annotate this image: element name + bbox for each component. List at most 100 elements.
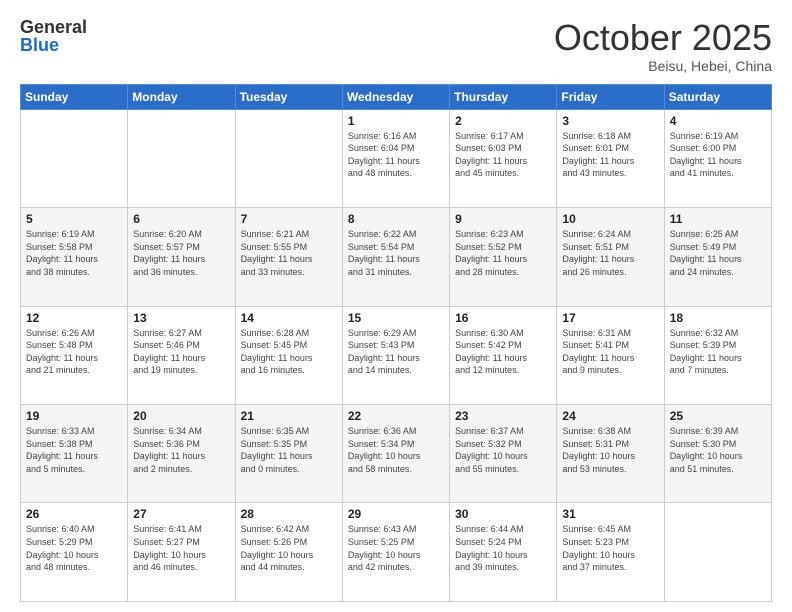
day-number: 16 — [455, 311, 551, 325]
calendar-day-cell: 17 Sunrise: 6:31 AM Sunset: 5:41 PM Dayli… — [557, 306, 664, 404]
day-number: 10 — [562, 212, 658, 226]
calendar-day-cell: 9Sunrise: 6:23 AM Sunset: 5:52 PM Daylig… — [450, 208, 557, 306]
day-info: Sunrise: 6:21 AM Sunset: 5:55 PM Dayligh… — [241, 228, 337, 278]
day-info: Sunrise: 6:36 AM Sunset: 5:34 PM Dayligh… — [348, 425, 444, 475]
day-number: 15 — [348, 311, 444, 325]
calendar-day-cell: 13 Sunrise: 6:27 AM Sunset: 5:46 PM Dayli… — [128, 306, 235, 404]
col-header-friday: Friday — [557, 84, 664, 109]
calendar-empty-cell — [128, 109, 235, 207]
day-info: Sunrise: 6:40 AM Sunset: 5:29 PM Dayligh… — [26, 523, 122, 573]
calendar-week-row: 5 Sunrise: 6:19 AM Sunset: 5:58 PM Daylig… — [21, 208, 772, 306]
day-info: Sunrise: 6:42 AM Sunset: 5:26 PM Dayligh… — [241, 523, 337, 573]
calendar-header-row: SundayMondayTuesdayWednesdayThursdayFrid… — [21, 84, 772, 109]
calendar-day-cell: 3 Sunrise: 6:18 AM Sunset: 6:01 PM Daylig… — [557, 109, 664, 207]
day-info: Sunrise: 6:43 AM Sunset: 5:25 PM Dayligh… — [348, 523, 444, 573]
day-info: Sunrise: 6:19 AM Sunset: 5:58 PM Dayligh… — [26, 228, 122, 278]
logo: General Blue — [20, 18, 87, 56]
month-title: October 2025 — [554, 18, 772, 58]
day-number: 26 — [26, 507, 122, 521]
logo-blue-text: Blue — [20, 36, 87, 56]
day-number: 7 — [241, 212, 337, 226]
day-info: Sunrise: 6:41 AM Sunset: 5:27 PM Dayligh… — [133, 523, 229, 573]
day-info: Sunrise: 6:22 AM Sunset: 5:54 PM Dayligh… — [348, 228, 444, 278]
day-info: Sunrise: 6:34 AM Sunset: 5:36 PM Dayligh… — [133, 425, 229, 475]
day-info: Sunrise: 6:16 AM Sunset: 6:04 PM Dayligh… — [348, 130, 444, 180]
day-number: 3 — [562, 114, 658, 128]
day-number: 4 — [670, 114, 766, 128]
day-info: Sunrise: 6:31 AM Sunset: 5:41 PM Dayligh… — [562, 327, 658, 377]
day-info: Sunrise: 6:37 AM Sunset: 5:32 PM Dayligh… — [455, 425, 551, 475]
logo-text: General Blue — [20, 18, 87, 56]
day-info: Sunrise: 6:30 AM Sunset: 5:42 PM Dayligh… — [455, 327, 551, 377]
calendar-day-cell: 24Sunrise: 6:38 AM Sunset: 5:31 PM Dayli… — [557, 405, 664, 503]
day-number: 20 — [133, 409, 229, 423]
calendar-day-cell: 4 Sunrise: 6:19 AM Sunset: 6:00 PM Daylig… — [664, 109, 771, 207]
day-number: 25 — [670, 409, 766, 423]
day-number: 11 — [670, 212, 766, 226]
calendar-day-cell: 20 Sunrise: 6:34 AM Sunset: 5:36 PM Dayli… — [128, 405, 235, 503]
day-info: Sunrise: 6:19 AM Sunset: 6:00 PM Dayligh… — [670, 130, 766, 180]
day-info: Sunrise: 6:23 AM Sunset: 5:52 PM Dayligh… — [455, 228, 551, 278]
calendar-day-cell: 29 Sunrise: 6:43 AM Sunset: 5:25 PM Dayli… — [342, 503, 449, 602]
day-info: Sunrise: 6:29 AM Sunset: 5:43 PM Dayligh… — [348, 327, 444, 377]
day-number: 31 — [562, 507, 658, 521]
day-number: 5 — [26, 212, 122, 226]
calendar-day-cell: 14Sunrise: 6:28 AM Sunset: 5:45 PM Dayli… — [235, 306, 342, 404]
day-info: Sunrise: 6:33 AM Sunset: 5:38 PM Dayligh… — [26, 425, 122, 475]
day-number: 17 — [562, 311, 658, 325]
calendar-week-row: 12 Sunrise: 6:26 AM Sunset: 5:48 PM Dayli… — [21, 306, 772, 404]
title-block: October 2025 Beisu, Hebei, China — [554, 18, 772, 74]
calendar-day-cell: 26 Sunrise: 6:40 AM Sunset: 5:29 PM Dayli… — [21, 503, 128, 602]
calendar-day-cell: 22Sunrise: 6:36 AM Sunset: 5:34 PM Dayli… — [342, 405, 449, 503]
page: General Blue October 2025 Beisu, Hebei, … — [0, 0, 792, 612]
day-number: 1 — [348, 114, 444, 128]
day-info: Sunrise: 6:24 AM Sunset: 5:51 PM Dayligh… — [562, 228, 658, 278]
day-info: Sunrise: 6:44 AM Sunset: 5:24 PM Dayligh… — [455, 523, 551, 573]
calendar-day-cell: 19Sunrise: 6:33 AM Sunset: 5:38 PM Dayli… — [21, 405, 128, 503]
col-header-wednesday: Wednesday — [342, 84, 449, 109]
calendar-day-cell: 30Sunrise: 6:44 AM Sunset: 5:24 PM Dayli… — [450, 503, 557, 602]
calendar-day-cell: 31 Sunrise: 6:45 AM Sunset: 5:23 PM Dayli… — [557, 503, 664, 602]
calendar-day-cell: 27 Sunrise: 6:41 AM Sunset: 5:27 PM Dayli… — [128, 503, 235, 602]
calendar-day-cell: 2 Sunrise: 6:17 AM Sunset: 6:03 PM Daylig… — [450, 109, 557, 207]
day-info: Sunrise: 6:18 AM Sunset: 6:01 PM Dayligh… — [562, 130, 658, 180]
calendar-day-cell: 7 Sunrise: 6:21 AM Sunset: 5:55 PM Daylig… — [235, 208, 342, 306]
day-number: 24 — [562, 409, 658, 423]
col-header-sunday: Sunday — [21, 84, 128, 109]
calendar-table: SundayMondayTuesdayWednesdayThursdayFrid… — [20, 84, 772, 602]
calendar-day-cell: 8 Sunrise: 6:22 AM Sunset: 5:54 PM Daylig… — [342, 208, 449, 306]
day-number: 29 — [348, 507, 444, 521]
day-info: Sunrise: 6:25 AM Sunset: 5:49 PM Dayligh… — [670, 228, 766, 278]
calendar-day-cell: 10 Sunrise: 6:24 AM Sunset: 5:51 PM Dayli… — [557, 208, 664, 306]
day-number: 23 — [455, 409, 551, 423]
calendar-day-cell: 6Sunrise: 6:20 AM Sunset: 5:57 PM Daylig… — [128, 208, 235, 306]
calendar-day-cell: 21Sunrise: 6:35 AM Sunset: 5:35 PM Dayli… — [235, 405, 342, 503]
calendar-day-cell: 5 Sunrise: 6:19 AM Sunset: 5:58 PM Daylig… — [21, 208, 128, 306]
calendar-day-cell: 11 Sunrise: 6:25 AM Sunset: 5:49 PM Dayli… — [664, 208, 771, 306]
day-number: 8 — [348, 212, 444, 226]
calendar-day-cell: 18Sunrise: 6:32 AM Sunset: 5:39 PM Dayli… — [664, 306, 771, 404]
calendar-day-cell: 23 Sunrise: 6:37 AM Sunset: 5:32 PM Dayli… — [450, 405, 557, 503]
day-info: Sunrise: 6:27 AM Sunset: 5:46 PM Dayligh… — [133, 327, 229, 377]
day-number: 12 — [26, 311, 122, 325]
calendar-day-cell: 25 Sunrise: 6:39 AM Sunset: 5:30 PM Dayli… — [664, 405, 771, 503]
calendar-empty-cell — [664, 503, 771, 602]
day-number: 27 — [133, 507, 229, 521]
day-info: Sunrise: 6:17 AM Sunset: 6:03 PM Dayligh… — [455, 130, 551, 180]
col-header-thursday: Thursday — [450, 84, 557, 109]
calendar-day-cell: 12 Sunrise: 6:26 AM Sunset: 5:48 PM Dayli… — [21, 306, 128, 404]
calendar-day-cell: 1 Sunrise: 6:16 AM Sunset: 6:04 PM Daylig… — [342, 109, 449, 207]
day-info: Sunrise: 6:28 AM Sunset: 5:45 PM Dayligh… — [241, 327, 337, 377]
header: General Blue October 2025 Beisu, Hebei, … — [20, 18, 772, 74]
day-info: Sunrise: 6:45 AM Sunset: 5:23 PM Dayligh… — [562, 523, 658, 573]
col-header-saturday: Saturday — [664, 84, 771, 109]
calendar-week-row: 19Sunrise: 6:33 AM Sunset: 5:38 PM Dayli… — [21, 405, 772, 503]
calendar-day-cell: 28Sunrise: 6:42 AM Sunset: 5:26 PM Dayli… — [235, 503, 342, 602]
day-number: 13 — [133, 311, 229, 325]
day-info: Sunrise: 6:35 AM Sunset: 5:35 PM Dayligh… — [241, 425, 337, 475]
calendar-empty-cell — [235, 109, 342, 207]
day-number: 2 — [455, 114, 551, 128]
col-header-tuesday: Tuesday — [235, 84, 342, 109]
day-info: Sunrise: 6:26 AM Sunset: 5:48 PM Dayligh… — [26, 327, 122, 377]
day-info: Sunrise: 6:39 AM Sunset: 5:30 PM Dayligh… — [670, 425, 766, 475]
